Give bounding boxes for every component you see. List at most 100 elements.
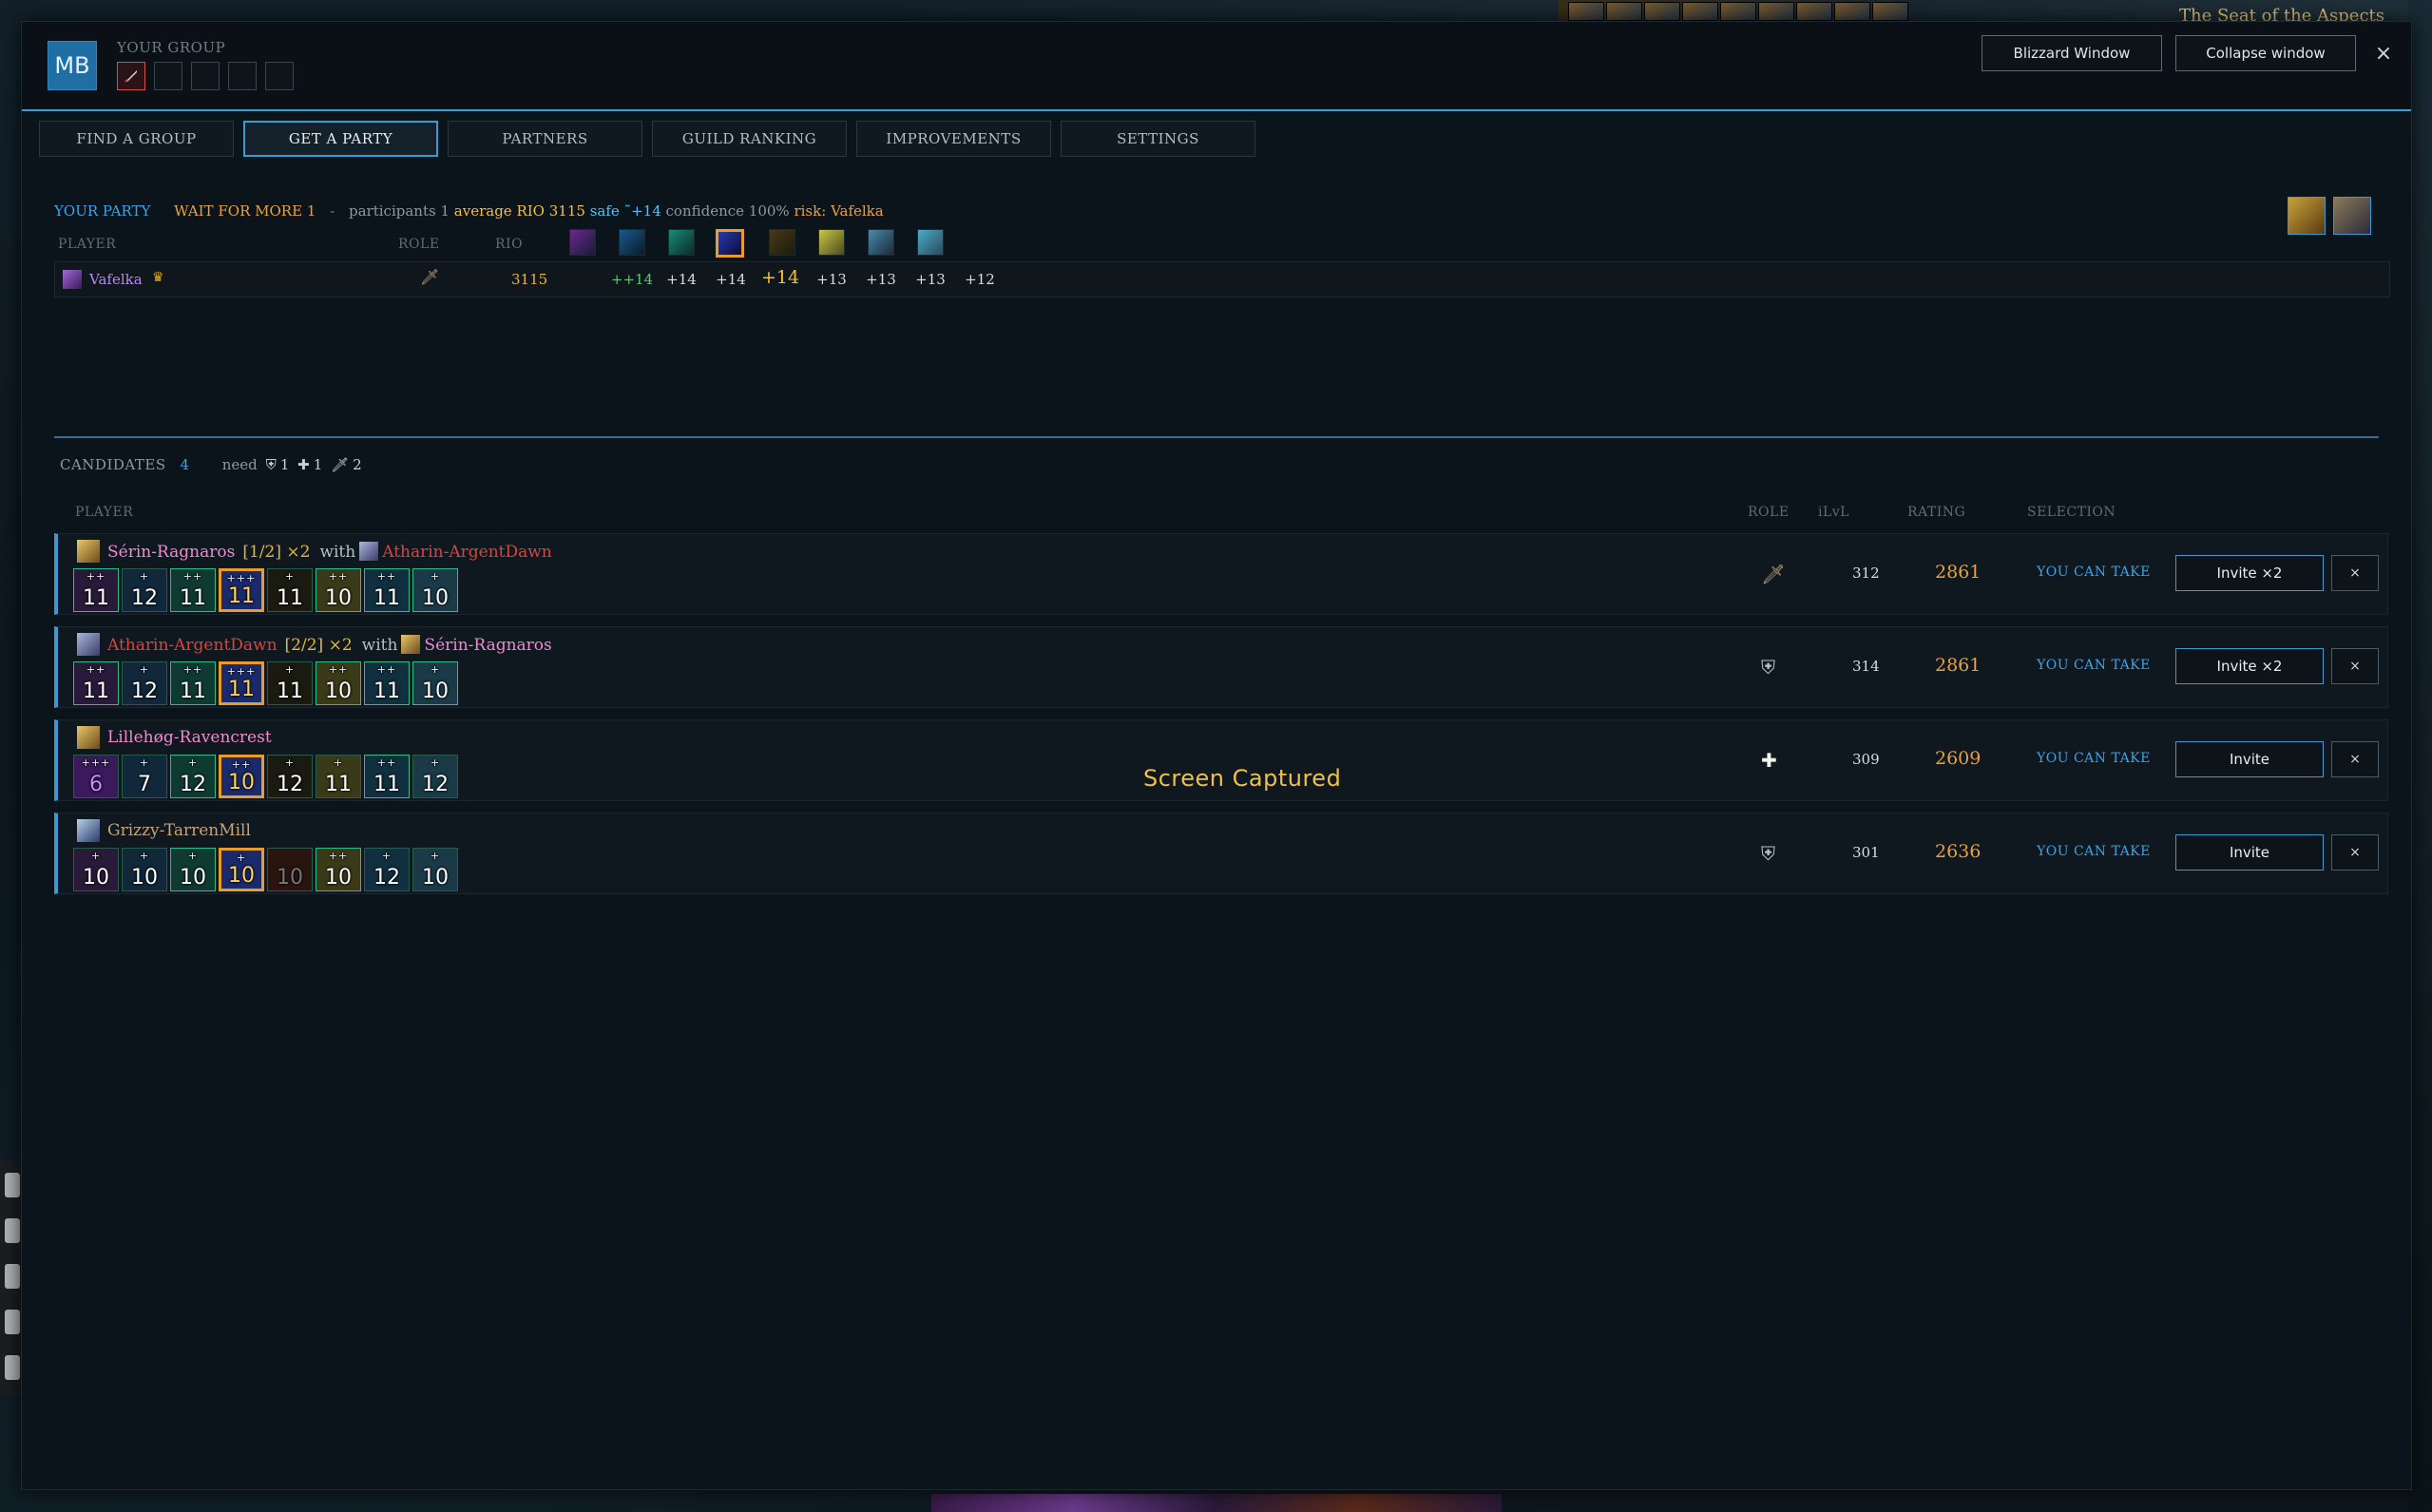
key-tile: +12 <box>122 661 167 705</box>
candidate-name: Sérin-Ragnaros <box>107 543 236 562</box>
group-slot-empty[interactable] <box>154 62 182 90</box>
reject-button[interactable]: × <box>2331 555 2379 591</box>
group-slot-empty[interactable] <box>265 62 294 90</box>
tab-improvements[interactable]: IMPROVEMENTS <box>856 121 1051 157</box>
key-level: +14 <box>666 271 697 288</box>
member-rio: 3115 <box>511 271 548 288</box>
key-tile: ++ 11 <box>73 661 119 705</box>
key-tile: ++ 10 <box>316 848 361 891</box>
dungeon-icon <box>917 229 944 256</box>
group-slot-empty[interactable] <box>191 62 220 90</box>
toolbar-icon[interactable] <box>5 1218 20 1243</box>
key-level: +13 <box>866 271 896 288</box>
dps-role-icon: 🗡 <box>1761 563 1786 585</box>
dungeon-icon <box>619 229 645 256</box>
invite-button[interactable]: Invite <box>2175 834 2324 871</box>
toolbar-icon[interactable] <box>5 1173 20 1197</box>
key-level: +14 <box>760 267 800 288</box>
candidate-selection: YOU CAN TAKE <box>2037 565 2151 580</box>
class-icon <box>77 726 100 749</box>
key-tile: ++ 11 <box>170 661 216 705</box>
dungeon-icon <box>569 229 596 256</box>
invite-button[interactable]: Invite ×2 <box>2175 555 2324 591</box>
candidate-row[interactable]: Grizzy-TarrenMill +10 +10 +10 +10 10 ++ 1… <box>54 813 2388 894</box>
tab-partners[interactable]: PARTNERS <box>448 121 642 157</box>
addon-window: MB YOUR GROUP Blizzard Window Collapse w… <box>21 21 2412 1490</box>
party-summary: YOUR PARTY WAIT FOR MORE 1 - participant… <box>54 202 884 220</box>
key-tile: +10 <box>170 848 216 891</box>
key-tile: +11 <box>267 568 313 612</box>
key-tile: +10 <box>412 568 458 612</box>
close-icon[interactable]: × <box>2369 39 2398 67</box>
col-rio: RIO <box>495 237 524 252</box>
group-slot-empty[interactable] <box>228 62 257 90</box>
party-title: YOUR PARTY <box>54 202 151 220</box>
candidate-rating: 2609 <box>1935 748 1982 769</box>
group-slot-dps-icon[interactable] <box>117 62 145 90</box>
partner-name: Sérin-Ragnaros <box>424 636 552 655</box>
col-role: ROLE <box>1748 505 1790 520</box>
key-tile: +10 <box>412 661 458 705</box>
your-group-label: YOUR GROUP <box>117 39 226 56</box>
tab-guild-ranking[interactable]: GUILD RANKING <box>652 121 847 157</box>
class-icon <box>359 542 379 561</box>
candidate-row[interactable]: Atharin-ArgentDawn [2/2] ×2 with Sérin-Ragn… <box>54 626 2388 708</box>
trophy-icon[interactable] <box>2288 197 2326 235</box>
boots-icon[interactable] <box>2333 197 2371 235</box>
tank-role-icon: ⛨ <box>1761 842 1775 865</box>
collapse-window-button[interactable]: Collapse window <box>2175 35 2356 71</box>
dungeon-icon <box>818 229 845 256</box>
invite-button[interactable]: Invite <box>2175 741 2324 777</box>
party-average-rio: average RIO 3115 <box>453 202 585 220</box>
tab-get-a-party[interactable]: GET A PARTY <box>243 121 438 157</box>
buff-icon <box>1758 2 1794 21</box>
class-icon <box>77 540 100 563</box>
group-slots <box>117 62 294 90</box>
col-role: ROLE <box>398 237 440 252</box>
candidates-summary: CANDIDATES 4 need ⛨ 1 ✚ 1 🗡 2 <box>60 456 362 473</box>
dungeon-icon <box>868 229 894 256</box>
key-tile: +12 <box>412 755 458 798</box>
need-label: need <box>221 456 258 473</box>
party-safe: safe ˜+14 <box>589 202 661 220</box>
toolbar-icon[interactable] <box>5 1355 20 1380</box>
key-tile: +10 <box>73 848 119 891</box>
party-status: WAIT FOR MORE 1 <box>174 202 316 220</box>
reject-button[interactable]: × <box>2331 741 2379 777</box>
tab-find-a-group[interactable]: FIND A GROUP <box>39 121 234 157</box>
reject-button[interactable]: × <box>2331 834 2379 871</box>
key-history: +10 +10 +10 +10 10 ++ 10 +12 +10 <box>73 848 458 891</box>
candidate-name-line: Atharin-ArgentDawn [2/2] ×2 with Sérin-Ragn… <box>107 635 552 655</box>
app-logo: MB <box>48 41 97 90</box>
reject-button[interactable]: × <box>2331 648 2379 684</box>
candidate-selection: YOU CAN TAKE <box>2037 751 2151 766</box>
your-party-panel: YOUR PARTY WAIT FOR MORE 1 - participant… <box>35 174 2392 450</box>
dps-icon: 🗡 <box>331 456 350 473</box>
class-icon <box>77 819 100 842</box>
key-tile: +7 <box>122 755 167 798</box>
party-member-row[interactable]: Vafelka ♛ 🗡 3115 ++14 +14 +14 +14 +13 +1… <box>54 261 2390 297</box>
candidate-selection: YOU CAN TAKE <box>2037 658 2151 673</box>
key-tile: +++ 11 <box>219 568 264 612</box>
invite-button[interactable]: Invite ×2 <box>2175 648 2324 684</box>
candidate-name: Grizzy-TarrenMill <box>107 821 251 840</box>
class-icon <box>401 635 421 654</box>
candidate-name-line: Sérin-Ragnaros [1/2] ×2 with Atharin-Argent… <box>107 542 552 562</box>
tab-settings[interactable]: SETTINGS <box>1061 121 1255 157</box>
candidate-row[interactable]: Sérin-Ragnaros [1/2] ×2 with Atharin-Argent… <box>54 533 2388 615</box>
key-tile: +12 <box>267 755 313 798</box>
key-tile: ++ 10 <box>316 661 361 705</box>
screen-captured-toast: Screen Captured <box>1143 765 1342 792</box>
buff-icon <box>1606 2 1642 21</box>
toolbar-icon[interactable] <box>5 1264 20 1289</box>
key-tile: +12 <box>122 568 167 612</box>
col-rating: RATING <box>1907 505 1966 520</box>
toolbar-icon[interactable] <box>5 1310 20 1334</box>
candidate-rating: 2636 <box>1935 841 1982 862</box>
window-header: MB YOUR GROUP Blizzard Window Collapse w… <box>22 22 2411 111</box>
candidate-name-line: Grizzy-TarrenMill <box>107 821 251 840</box>
key-tile: +11 <box>267 661 313 705</box>
blizzard-window-button[interactable]: Blizzard Window <box>1982 35 2162 71</box>
key-tile: +10 <box>412 848 458 891</box>
game-buff-bar: The Seat of the Aspects <box>1559 0 2432 26</box>
